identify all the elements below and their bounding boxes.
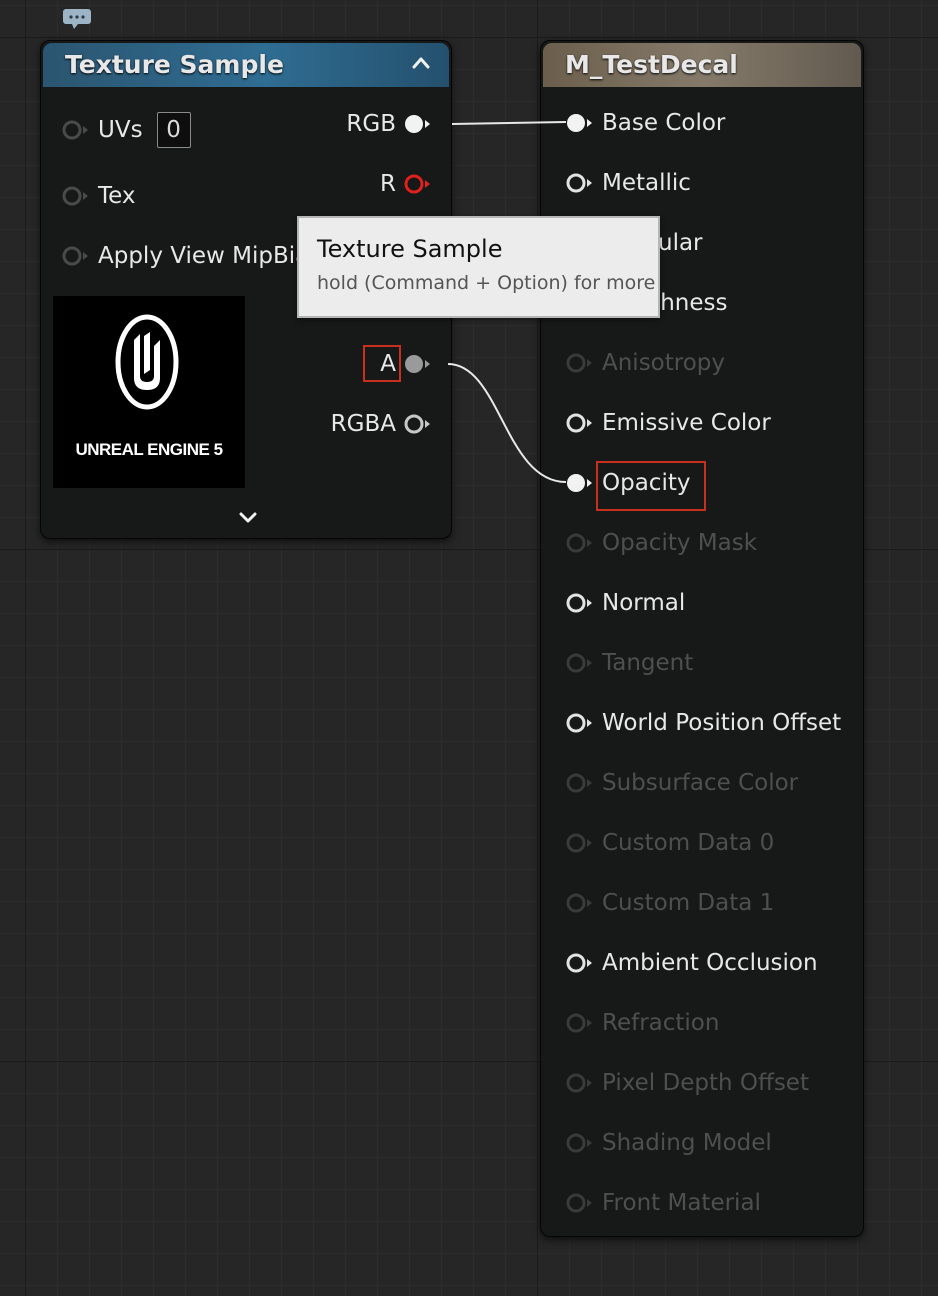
pin-label-apply-view-mipbias: Apply View MipBias	[98, 243, 322, 269]
pin-label-shading-model: Shading Model	[602, 1130, 772, 1156]
pin-unconnected-icon[interactable]	[401, 409, 431, 439]
input-pin-anisotropy[interactable]: Anisotropy	[563, 348, 725, 378]
input-pin-metallic[interactable]: Metallic	[563, 168, 691, 198]
pin-label-tangent: Tangent	[602, 650, 694, 676]
unreal-engine-logo	[115, 314, 179, 410]
highlight-box-opacity	[596, 461, 706, 511]
input-pin-custom-data-0[interactable]: Custom Data 0	[563, 828, 774, 858]
input-pin-custom-data-1[interactable]: Custom Data 1	[563, 888, 774, 918]
pin-disabled-icon[interactable]	[563, 1068, 593, 1098]
pin-disabled-icon[interactable]	[563, 768, 593, 798]
input-pin-emissive-color[interactable]: Emissive Color	[563, 408, 771, 438]
pin-disabled-icon[interactable]	[563, 528, 593, 558]
tooltip: Texture Sample hold (Command + Option) f…	[297, 216, 660, 318]
pin-label-subsurface-color: Subsurface Color	[602, 770, 799, 796]
output-pin-rgba[interactable]: RGBA	[331, 409, 431, 439]
pin-label-r: R	[380, 171, 396, 197]
pin-disabled-icon[interactable]	[563, 888, 593, 918]
texture-sample-title: Texture Sample	[65, 50, 284, 79]
material-node-header[interactable]: M_TestDecal	[543, 43, 861, 87]
input-pin-subsurface-color[interactable]: Subsurface Color	[563, 768, 798, 798]
pin-unconnected-icon[interactable]	[59, 115, 89, 145]
pin-connected-icon[interactable]	[563, 468, 593, 498]
pin-label-tex: Tex	[98, 183, 136, 209]
pin-unconnected-icon[interactable]	[563, 588, 593, 618]
pin-label-emissive-color: Emissive Color	[602, 410, 771, 436]
pin-label-metallic: Metallic	[602, 170, 691, 196]
pin-label-base-color: Base Color	[602, 110, 726, 136]
pin-connected-icon[interactable]	[401, 109, 431, 139]
input-pin-apply-view-mipbias[interactable]: Apply View MipBias	[59, 241, 321, 271]
pin-unconnected-icon[interactable]	[59, 181, 89, 211]
pin-label-opacity-mask: Opacity Mask	[602, 530, 758, 556]
pin-label-world-position-offset: World Position Offset	[602, 710, 842, 736]
highlight-box-a	[363, 345, 401, 382]
input-pin-base-color[interactable]: Base Color	[563, 108, 725, 138]
pin-label-rgb: RGB	[346, 111, 396, 137]
pin-label-ambient-occlusion: Ambient Occlusion	[602, 950, 818, 976]
pin-label-custom-data-1: Custom Data 1	[602, 890, 775, 916]
input-pin-pixel-depth-offset[interactable]: Pixel Depth Offset	[563, 1068, 809, 1098]
input-pin-world-position-offset[interactable]: World Position Offset	[563, 708, 841, 738]
input-pin-ambient-occlusion[interactable]: Ambient Occlusion	[563, 948, 818, 978]
pin-unconnected-icon[interactable]	[401, 169, 431, 199]
pin-unconnected-icon[interactable]	[563, 708, 593, 738]
pin-label-normal: Normal	[602, 590, 686, 616]
uvs-index-field[interactable]: 0	[156, 112, 191, 148]
pin-disabled-icon[interactable]	[563, 1128, 593, 1158]
pin-disabled-icon[interactable]	[563, 828, 593, 858]
comment-bubble-icon[interactable]	[62, 8, 92, 30]
pin-label-rgba: RGBA	[330, 411, 396, 437]
input-pin-opacity-mask[interactable]: Opacity Mask	[563, 528, 757, 558]
pin-label-pixel-depth-offset: Pixel Depth Offset	[602, 1070, 809, 1096]
input-pin-tex[interactable]: Tex	[59, 181, 136, 211]
tooltip-hint: hold (Command + Option) for more	[317, 272, 656, 294]
texture-thumbnail[interactable]: UNREAL ENGINE 5	[53, 296, 245, 488]
pin-disabled-icon[interactable]	[563, 1008, 593, 1038]
pin-disabled-icon[interactable]	[563, 348, 593, 378]
tooltip-title: Texture Sample	[317, 235, 503, 263]
chevron-up-icon[interactable]	[409, 51, 433, 75]
pin-unconnected-icon[interactable]	[563, 168, 593, 198]
pin-label-custom-data-0: Custom Data 0	[602, 830, 775, 856]
pin-connected-icon[interactable]	[401, 349, 431, 379]
thumbnail-caption: UNREAL ENGINE 5	[75, 440, 223, 459]
pin-disabled-icon[interactable]	[563, 648, 593, 678]
pin-connected-icon[interactable]	[563, 108, 593, 138]
input-pin-uvs[interactable]: UVs 0	[59, 112, 191, 148]
input-pin-normal[interactable]: Normal	[563, 588, 685, 618]
pin-label-anisotropy: Anisotropy	[602, 350, 726, 376]
chevron-down-icon[interactable]	[236, 509, 260, 527]
pin-label-refraction: Refraction	[602, 1010, 720, 1036]
pin-disabled-icon[interactable]	[563, 1188, 593, 1218]
input-pin-refraction[interactable]: Refraction	[563, 1008, 719, 1038]
material-node-title: M_TestDecal	[565, 50, 738, 79]
input-pin-shading-model[interactable]: Shading Model	[563, 1128, 772, 1158]
output-pin-rgb[interactable]: RGB	[346, 109, 431, 139]
texture-sample-header[interactable]: Texture Sample	[43, 43, 449, 87]
pin-unconnected-icon[interactable]	[563, 948, 593, 978]
pin-label-front-material: Front Material	[602, 1190, 761, 1216]
input-pin-front-material[interactable]: Front Material	[563, 1188, 761, 1218]
pin-unconnected-icon[interactable]	[59, 241, 89, 271]
input-pin-tangent[interactable]: Tangent	[563, 648, 693, 678]
pin-label-uvs: UVs	[98, 117, 143, 143]
pin-unconnected-icon[interactable]	[563, 408, 593, 438]
output-pin-r[interactable]: R	[380, 169, 431, 199]
